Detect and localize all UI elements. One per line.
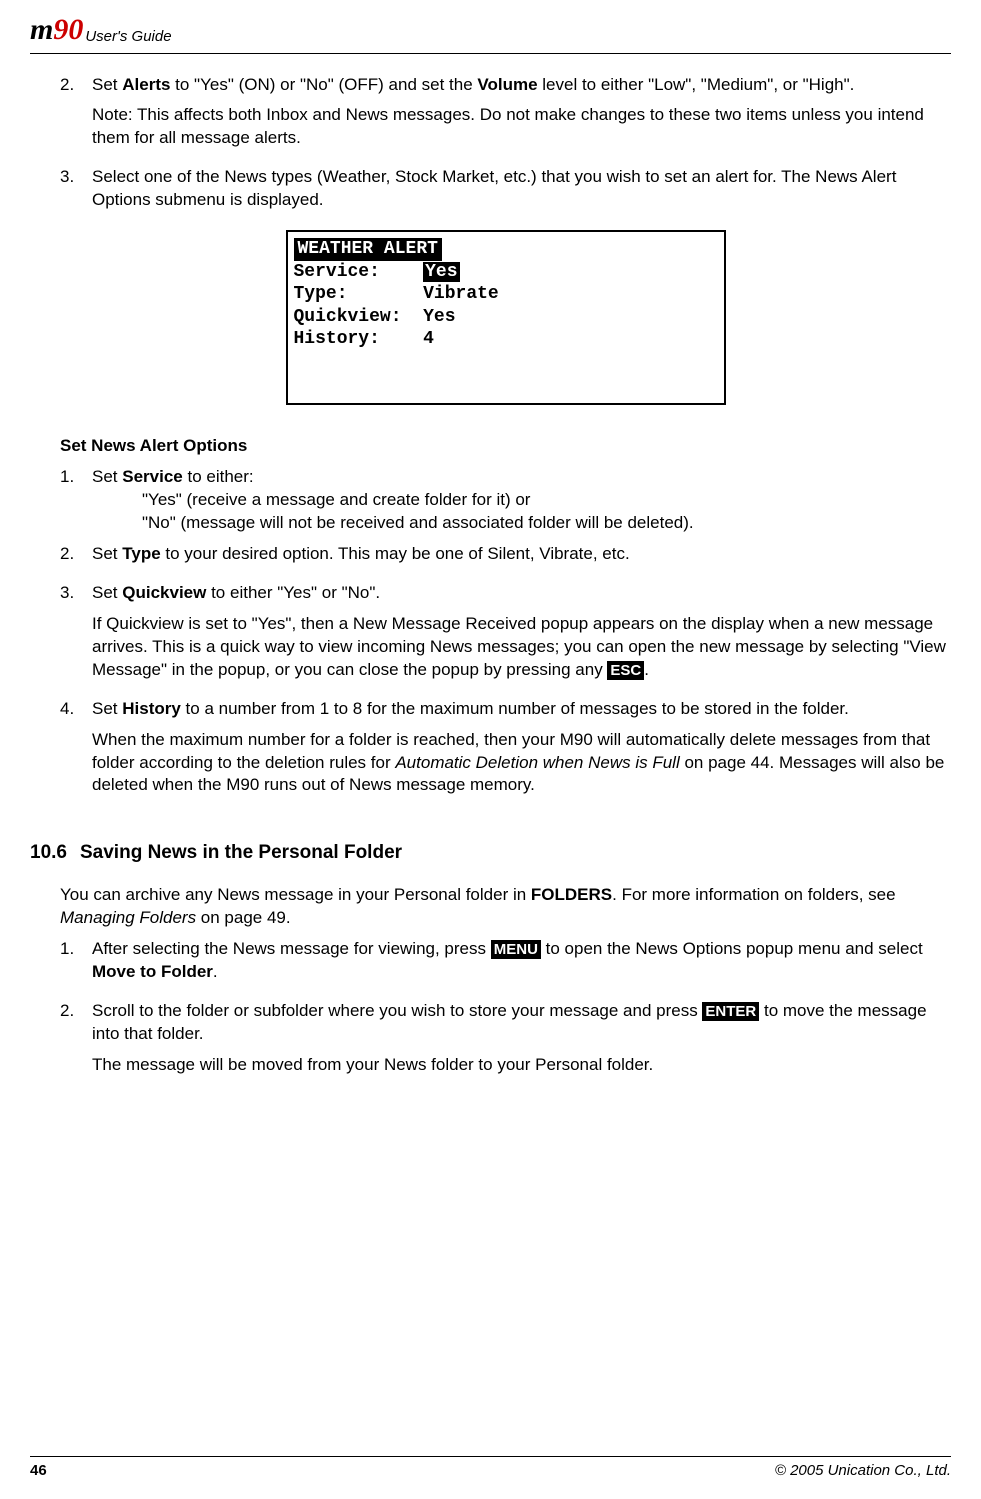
text: . (644, 660, 649, 679)
step-text: Set Type to your desired option. This ma… (92, 543, 951, 566)
step-detail: If Quickview is set to "Yes", then a New… (92, 613, 951, 682)
option-1: "Yes" (receive a message and create fold… (92, 489, 951, 512)
step-body: Set Alerts to "Yes" (ON) or "No" (OFF) a… (92, 74, 951, 159)
step-b-2: 2. Set Type to your desired option. This… (60, 543, 951, 574)
step-b-3: 3. Set Quickview to either "Yes" or "No"… (60, 582, 951, 690)
text: to a number from 1 to 8 for the maximum … (181, 699, 849, 718)
section-10-6-heading: 10.6 Saving News in the Personal Folder (30, 840, 951, 866)
step-body: Set Quickview to either "Yes" or "No". I… (92, 582, 951, 690)
bold-text: Move to Folder (92, 962, 213, 981)
italic-text: Automatic Deletion when News is Full (395, 753, 679, 772)
step-num: 2. (60, 1000, 92, 1085)
screen-title-row: WEATHER ALERT (294, 238, 718, 261)
section-intro: You can archive any News message in your… (60, 884, 951, 930)
text: Set (92, 75, 122, 94)
step-c-2: 2. Scroll to the folder or subfolder whe… (60, 1000, 951, 1085)
step-text: Set Quickview to either "Yes" or "No". (92, 582, 951, 605)
text: Set (92, 583, 122, 602)
screen-title: WEATHER ALERT (294, 238, 442, 261)
bold-text: Volume (477, 75, 537, 94)
text: Set (92, 467, 122, 486)
esc-key: ESC (607, 661, 644, 680)
header-title: User's Guide (85, 27, 171, 50)
step-num: 2. (60, 543, 92, 574)
step-b-4: 4. Set History to a number from 1 to 8 f… (60, 698, 951, 806)
page-content: 2. Set Alerts to "Yes" (ON) or "No" (OFF… (30, 54, 951, 1085)
text: on page 49. (196, 908, 291, 927)
enter-key: ENTER (702, 1002, 759, 1021)
step-num: 3. (60, 582, 92, 690)
step-text: After selecting the News message for vie… (92, 938, 951, 984)
screen-row-service: Service: Yes (294, 261, 718, 284)
bold-text: Quickview (122, 583, 206, 602)
text: level to either "Low", "Medium", or "Hig… (538, 75, 855, 94)
screen-row-history: History: 4 (294, 328, 718, 351)
device-screen: WEATHER ALERT Service: Yes Type: Vibrate… (286, 230, 726, 405)
step-num: 2. (60, 74, 92, 159)
text: If Quickview is set to "Yes", then a New… (92, 614, 946, 679)
step-num: 1. (60, 466, 92, 535)
text: You can archive any News message in your… (60, 885, 531, 904)
step-body: Set Service to either: "Yes" (receive a … (92, 466, 951, 535)
screen-label: Service: (294, 262, 424, 282)
step-note: Note: This affects both Inbox and News m… (92, 104, 951, 150)
bold-text: Type (122, 544, 160, 563)
step-a-2: 2. Set Alerts to "Yes" (ON) or "No" (OFF… (60, 74, 951, 159)
text: After selecting the News message for vie… (92, 939, 491, 958)
step-num: 1. (60, 938, 92, 992)
bold-text: History (122, 699, 181, 718)
bold-text: FOLDERS (531, 885, 612, 904)
section-heading: Set News Alert Options (60, 435, 951, 458)
screen-row-type: Type: Vibrate (294, 283, 718, 306)
step-text: Set Service to either: (92, 466, 951, 489)
page-number: 46 (30, 1461, 47, 1481)
text: Scroll to the folder or subfolder where … (92, 1001, 702, 1020)
section-number: 10.6 (30, 840, 80, 866)
section-title: Saving News in the Personal Folder (80, 840, 402, 866)
text: to open the News Options popup menu and … (541, 939, 923, 958)
step-num: 4. (60, 698, 92, 806)
bold-text: Service (122, 467, 183, 486)
text: to "Yes" (ON) or "No" (OFF) and set the (170, 75, 477, 94)
logo: m90 (30, 10, 83, 51)
text: Set (92, 699, 122, 718)
step-a-3: 3. Select one of the News types (Weather… (60, 166, 951, 220)
screen-value-highlighted: Yes (423, 262, 459, 282)
page-footer: 46 © 2005 Unication Co., Ltd. (30, 1456, 951, 1481)
text: Set (92, 544, 122, 563)
text: to either "Yes" or "No". (206, 583, 380, 602)
text: to either: (183, 467, 254, 486)
step-body: Scroll to the folder or subfolder where … (92, 1000, 951, 1085)
step-detail: When the maximum number for a folder is … (92, 729, 951, 798)
text: . (213, 962, 218, 981)
step-detail: The message will be moved from your News… (92, 1054, 951, 1077)
step-text: Set History to a number from 1 to 8 for … (92, 698, 951, 721)
text: to your desired option. This may be one … (161, 544, 630, 563)
page-header: m90 User's Guide (30, 0, 951, 54)
text: . For more information on folders, see (612, 885, 895, 904)
bold-text: Alerts (122, 75, 170, 94)
step-num: 3. (60, 166, 92, 220)
option-2: "No" (message will not be received and a… (92, 512, 951, 535)
step-c-1: 1. After selecting the News message for … (60, 938, 951, 992)
logo-m: m (30, 13, 53, 46)
step-body: Set History to a number from 1 to 8 for … (92, 698, 951, 806)
step-text: Set Alerts to "Yes" (ON) or "No" (OFF) a… (92, 74, 951, 97)
copyright: © 2005 Unication Co., Ltd. (775, 1461, 951, 1481)
menu-key: MENU (491, 940, 541, 959)
logo-90: 90 (53, 13, 83, 46)
step-b-1: 1. Set Service to either: "Yes" (receive… (60, 466, 951, 535)
step-text: Select one of the News types (Weather, S… (92, 166, 951, 212)
screen-row-quickview: Quickview: Yes (294, 306, 718, 329)
step-text: Scroll to the folder or subfolder where … (92, 1000, 951, 1046)
italic-text: Managing Folders (60, 908, 196, 927)
